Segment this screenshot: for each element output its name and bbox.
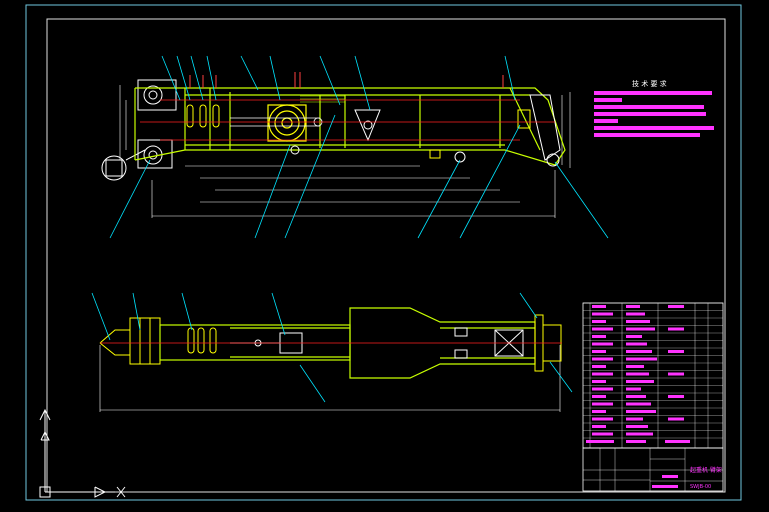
cad-drawing-canvas: 技 术 要 求 起重机 臂架 SWJB-00 (25, 4, 742, 501)
plan-view (91, 292, 573, 412)
ucs-axis-icon (39, 408, 126, 498)
drawing-name: 起重机 臂架 (690, 466, 722, 474)
drawing-code: SWJB-00 (690, 484, 711, 490)
side-elevation-view (101, 55, 609, 239)
parts-list-table (582, 302, 724, 449)
technical-requirements: 技 术 要 求 (594, 79, 714, 137)
tech-req-title: 技 术 要 求 (632, 79, 667, 88)
inner-frame (46, 18, 726, 493)
title-block: 起重机 臂架 SWJB-00 (582, 440, 724, 492)
